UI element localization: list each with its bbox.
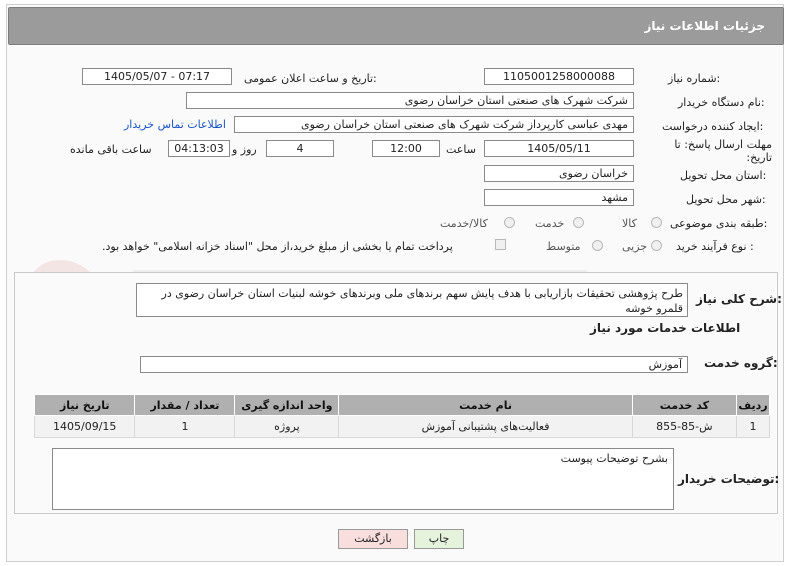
treasury-checkbox[interactable] [495, 239, 506, 250]
days-remaining-field: 4 [266, 140, 334, 157]
page-header: جزئیات اطلاعات نیاز [8, 7, 784, 45]
need-number-label: شماره نیاز: [668, 72, 721, 85]
category-radio-goods-service[interactable] [504, 217, 515, 228]
buyer-notes-label: توضیحات خریدار: [678, 472, 780, 486]
city-label: شهر محل تحویل: [686, 193, 766, 206]
page-title: جزئیات اطلاعات نیاز [644, 19, 765, 33]
cell-unit: پروژه [234, 415, 340, 438]
category-label: طبقه بندی موضوعی: [670, 217, 768, 230]
col-date: تاریخ نیاز [33, 394, 136, 416]
col-row: ردیف [736, 394, 770, 416]
category-radio-service[interactable] [573, 217, 584, 228]
purchase-radio-minor[interactable] [651, 240, 662, 251]
col-code: کد خدمت [631, 394, 738, 416]
print-button[interactable]: چاپ [414, 529, 464, 549]
payment-note: پرداخت تمام یا بخشی از مبلغ خرید،از محل … [102, 240, 453, 253]
col-name: نام خدمت [338, 394, 633, 416]
days-label: روز و [232, 143, 257, 156]
buyer-notes-textarea[interactable]: بشرح توضیحات پیوست [52, 448, 674, 510]
buyer-org-field: شرکت شهرک های صنعتی استان خراسان رضوی [186, 92, 634, 109]
remaining-time-label: ساعت باقی مانده [70, 143, 152, 156]
cell-qty: 1 [134, 415, 236, 438]
deadline-date-field: 1405/05/11 [484, 140, 634, 157]
category-radio-goods[interactable] [651, 217, 662, 228]
deadline-time-label: ساعت [446, 143, 476, 156]
need-number-field: 1105001258000088 [484, 68, 634, 85]
province-label: استان محل تحویل: [680, 169, 767, 182]
col-unit: واحد اندازه گیری [234, 394, 340, 416]
cell-row: 1 [736, 415, 770, 438]
purchase-option-minor: جزیی [622, 240, 648, 253]
deadline-label: مهلت ارسال پاسخ: تا تاریخ: [674, 138, 772, 164]
cell-name: فعالیت‌های پشتیبانی آموزش [338, 415, 633, 438]
announce-date-field: 1405/05/07 - 07:17 [82, 68, 232, 85]
buyer-org-label: نام دستگاه خریدار: [678, 96, 765, 109]
province-field: خراسان رضوی [484, 165, 634, 182]
announce-date-label: تاریخ و ساعت اعلان عمومی: [244, 72, 377, 85]
summary-textarea[interactable]: طرح پژوهشی تحقیقات بازاریابی با هدف پایش… [136, 283, 688, 317]
col-qty: تعداد / مقدار [134, 394, 236, 416]
city-field: مشهد [484, 189, 634, 206]
deadline-time-field: 12:00 [372, 140, 440, 157]
cell-date: 1405/09/15 [33, 415, 136, 438]
service-group-field: آموزش [140, 356, 688, 373]
requester-label: ایجاد کننده درخواست: [662, 120, 764, 133]
category-option-goods-service: کالا/خدمت [440, 217, 488, 230]
services-table: تاریخ نیاز تعداد / مقدار واحد اندازه گیر… [33, 394, 770, 438]
buyer-contact-link[interactable]: اطلاعات تماس خریدار [124, 118, 226, 131]
remaining-time-field: 04:13:03 [168, 140, 230, 157]
category-option-service: خدمت [535, 217, 565, 230]
service-group-label: گروه خدمت: [704, 356, 778, 370]
cell-code: ش-85-855 [631, 415, 738, 438]
purchase-type-label: نوع فرآیند خرید : [676, 240, 754, 253]
requester-field: مهدی عباسی کارپرداز شرکت شهرک های صنعتی … [234, 116, 634, 133]
back-button[interactable]: بازگشت [338, 529, 408, 549]
purchase-option-medium: متوسط [546, 240, 581, 253]
summary-label: شرح کلی نیاز: [696, 292, 782, 306]
table-row: 1405/09/15 1 پروژه فعالیت‌های پشتیبانی آ… [33, 415, 770, 438]
purchase-radio-medium[interactable] [592, 240, 603, 251]
category-option-goods: کالا [622, 217, 637, 230]
services-section-title: اطلاعات خدمات مورد نیاز [590, 321, 741, 335]
